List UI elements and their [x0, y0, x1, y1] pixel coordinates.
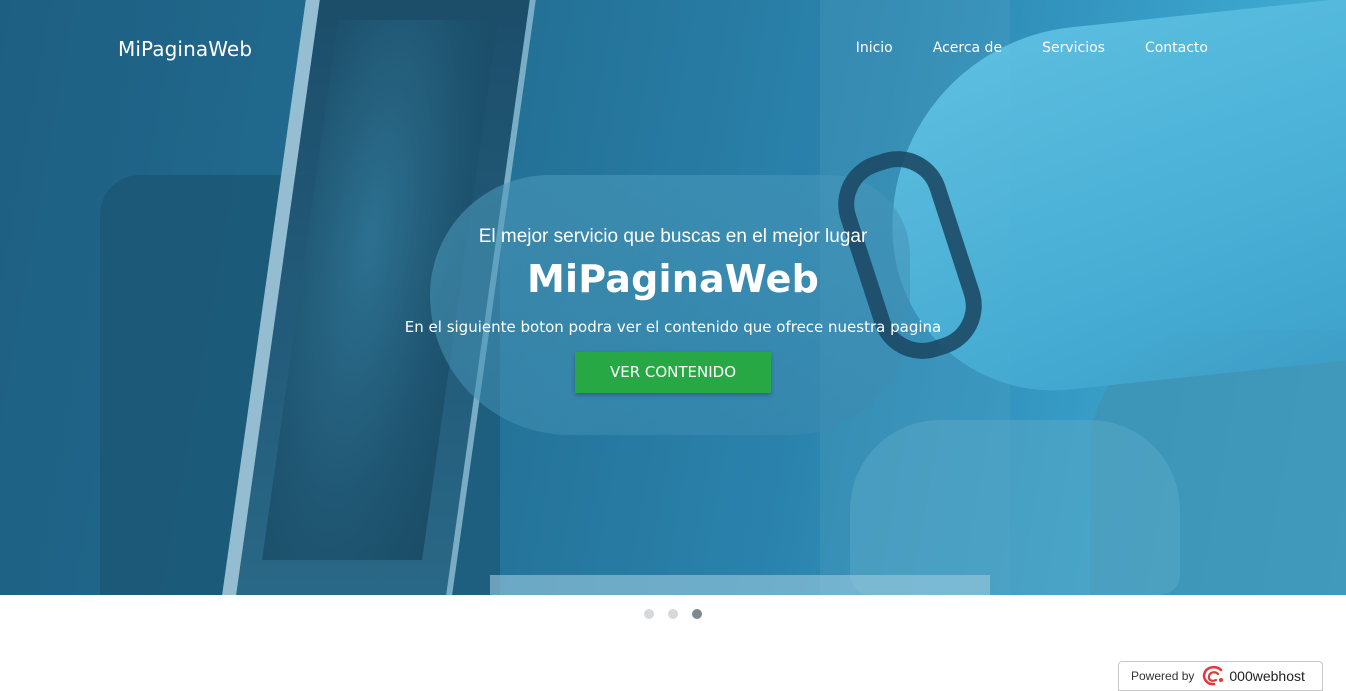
- badge-brand: 000webhost: [1229, 668, 1305, 684]
- carousel-indicator-1[interactable]: [644, 609, 654, 619]
- badge-prefix: Powered by: [1131, 669, 1195, 683]
- brand-logo-link[interactable]: MiPaginaWeb: [118, 37, 252, 61]
- carousel-indicators: [0, 609, 1346, 619]
- carousel-indicator-3[interactable]: [692, 609, 702, 619]
- nav-link-contacto[interactable]: Contacto: [1145, 40, 1208, 56]
- hero-subtitle: El mejor servicio que buscas en el mejor…: [478, 226, 868, 247]
- nav-link-servicios[interactable]: Servicios: [1042, 40, 1105, 56]
- hero-title: MiPaginaWeb: [527, 257, 819, 301]
- hero-description: En el siguiente boton podra ver el conte…: [404, 318, 942, 336]
- nav-link-inicio[interactable]: Inicio: [856, 40, 893, 56]
- 000webhost-logo-icon: [1203, 665, 1224, 686]
- ver-contenido-button[interactable]: VER CONTENIDO: [575, 352, 771, 393]
- nav-link-acerca-de[interactable]: Acerca de: [933, 40, 1002, 56]
- background-typing-hand: [850, 420, 1180, 595]
- background-keyboard: [490, 575, 990, 595]
- powered-by-badge[interactable]: Powered by 000webhost: [1118, 661, 1323, 691]
- hero-carousel: MiPaginaWeb Inicio Acerca de Servicios C…: [0, 0, 1346, 595]
- hero-caption: El mejor servicio que buscas en el mejor…: [0, 226, 1346, 393]
- nav-links: Inicio Acerca de Servicios Contacto: [816, 40, 1208, 56]
- navbar: MiPaginaWeb Inicio Acerca de Servicios C…: [0, 0, 1346, 96]
- carousel-indicator-2[interactable]: [668, 609, 678, 619]
